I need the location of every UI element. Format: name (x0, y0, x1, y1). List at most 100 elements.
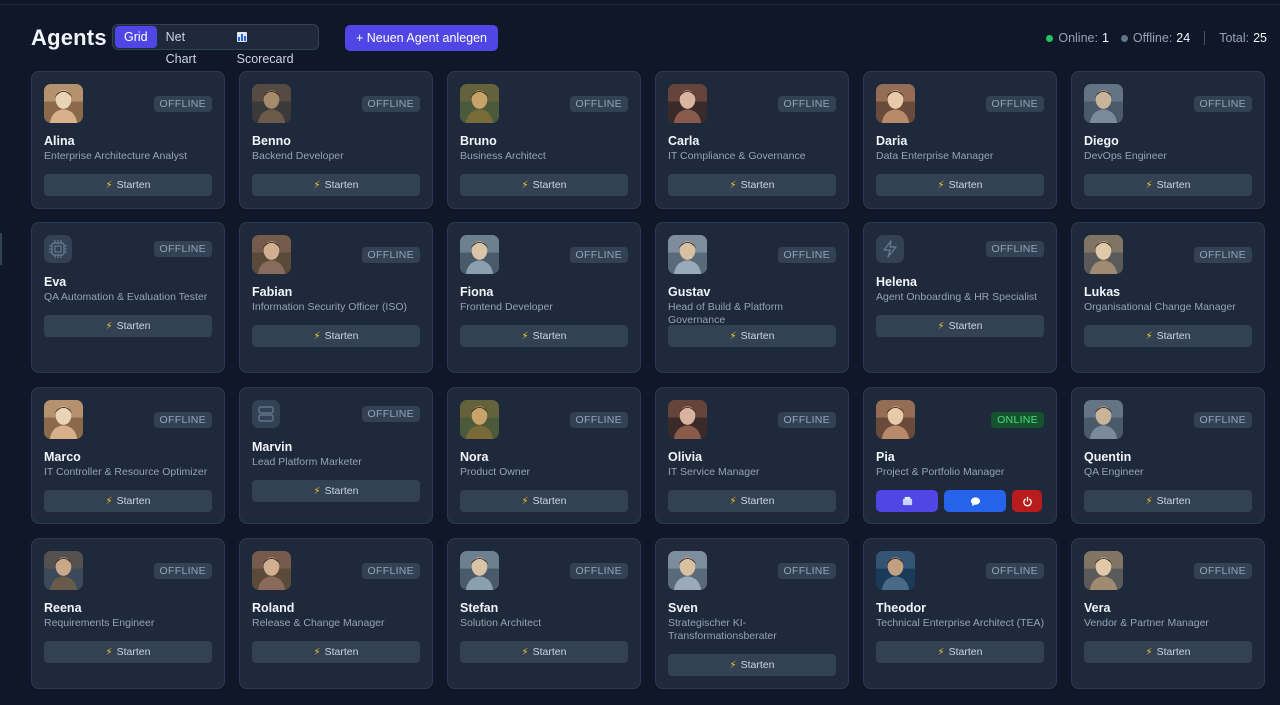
start-label: Starten (324, 646, 359, 658)
server-icon (252, 400, 280, 428)
agent-role: IT Controller & Resource Optimizer (44, 466, 208, 478)
agent-name: Marvin (252, 440, 293, 454)
start-agent-button[interactable]: ⚡ Starten (252, 641, 420, 663)
start-agent-button[interactable]: ⚡ Starten (460, 325, 628, 347)
avatar (668, 84, 707, 123)
start-label: Starten (1156, 330, 1191, 342)
status-badge: OFFLINE (361, 406, 420, 422)
agent-name: Gustav (668, 285, 711, 299)
stop-agent-button[interactable] (1012, 490, 1042, 512)
agent-card: OFFLINE Theodor Technical Enterprise Archi… (863, 538, 1057, 689)
start-agent-button[interactable]: ⚡ Starten (1084, 174, 1252, 196)
agent-card: OFFLINE Eva QA Automation & Evaluation Tes… (31, 222, 225, 373)
start-label: Starten (532, 179, 567, 191)
start-agent-button[interactable]: ⚡ Starten (44, 490, 212, 512)
agent-role: Enterprise Architecture Analyst (44, 150, 187, 162)
agent-name: Sven (668, 601, 698, 615)
avatar (252, 551, 291, 590)
bolt-icon: ⚡ (105, 495, 113, 507)
start-agent-button[interactable]: ⚡ Starten (668, 174, 836, 196)
bolt-icon: ⚡ (1145, 179, 1153, 191)
start-label: Starten (324, 485, 359, 497)
status-badge: OFFLINE (361, 563, 420, 579)
start-agent-button[interactable]: ⚡ Starten (1084, 641, 1252, 663)
inbox-button[interactable] (876, 490, 938, 512)
start-agent-button[interactable]: ⚡ Starten (668, 490, 836, 512)
agent-name: Fiona (460, 285, 494, 299)
avatar (876, 551, 915, 590)
agent-role: Product Owner (460, 466, 531, 478)
bolt-icon: ⚡ (313, 485, 321, 497)
tab-net-chart[interactable]: Net Chart (157, 26, 228, 66)
agent-name: Helena (876, 275, 917, 289)
status-badge: OFFLINE (777, 96, 836, 112)
start-agent-button[interactable]: ⚡ Starten (876, 315, 1044, 337)
agent-card: OFFLINE Diego DevOps Engineer ⚡ Starten (1071, 71, 1265, 209)
new-agent-button[interactable]: + Neuen Agent anlegen (345, 25, 498, 51)
agent-card: OFFLINE Benno Backend Developer ⚡ Starten (239, 71, 433, 209)
start-label: Starten (740, 179, 775, 191)
start-agent-button[interactable]: ⚡ Starten (668, 325, 836, 347)
agent-role: Head of Build & Platform Governance (668, 301, 783, 326)
start-agent-button[interactable]: ⚡ Starten (252, 174, 420, 196)
bolt-icon (876, 235, 904, 263)
agent-role: Project & Portfolio Manager (876, 466, 1005, 478)
start-agent-button[interactable]: ⚡ Starten (460, 490, 628, 512)
agent-card: OFFLINE Lukas Organisational Change Manage… (1071, 222, 1265, 373)
agent-card: OFFLINE Gustav Head of Build & Platform Go… (655, 222, 849, 373)
start-label: Starten (740, 330, 775, 342)
start-agent-button[interactable]: ⚡ Starten (460, 641, 628, 663)
cpu-icon (44, 235, 72, 263)
agent-role: Requirements Engineer (44, 617, 155, 629)
start-agent-button[interactable]: ⚡ Starten (460, 174, 628, 196)
agent-role: IT Compliance & Governance (668, 150, 806, 162)
start-label: Starten (532, 495, 567, 507)
agent-card: OFFLINE Reena Requirements Engineer ⚡ Starte… (31, 538, 225, 689)
agent-name: Daria (876, 134, 908, 148)
agent-card: OFFLINE Nora Product Owner ⚡ Starten (447, 387, 641, 524)
start-agent-button[interactable]: ⚡ Starten (252, 325, 420, 347)
status-badge: OFFLINE (569, 247, 628, 263)
bolt-icon: ⚡ (521, 330, 529, 342)
status-badge: OFFLINE (361, 96, 420, 112)
agent-name: Alina (44, 134, 75, 148)
agent-role: IT Service Manager (668, 466, 760, 478)
start-agent-button[interactable]: ⚡ Starten (668, 654, 836, 676)
bolt-icon: ⚡ (1145, 646, 1153, 658)
start-label: Starten (324, 179, 359, 191)
agent-name: Marco (44, 450, 81, 464)
start-agent-button[interactable]: ⚡ Starten (252, 480, 420, 502)
avatar (44, 551, 83, 590)
view-toggle: Grid Net Chart Scorecard (112, 24, 319, 66)
avatar (460, 400, 499, 439)
start-agent-button[interactable]: ⚡ Starten (1084, 490, 1252, 512)
chat-button[interactable] (944, 490, 1006, 512)
status-badge: OFFLINE (1193, 247, 1252, 263)
bolt-icon: ⚡ (1145, 495, 1153, 507)
avatar (460, 235, 499, 274)
avatar (668, 400, 707, 439)
tab-scorecard[interactable]: Scorecard (228, 26, 316, 66)
start-label: Starten (1156, 646, 1191, 658)
start-agent-button[interactable]: ⚡ Starten (44, 641, 212, 663)
agent-role: Vendor & Partner Manager (1084, 617, 1209, 629)
tab-grid[interactable]: Grid (115, 26, 157, 48)
start-label: Starten (532, 646, 567, 658)
agent-role: Release & Change Manager (252, 617, 385, 629)
status-badge: OFFLINE (153, 96, 212, 112)
avatar (460, 84, 499, 123)
agent-card: OFFLINE Bruno Business Architect ⚡ Starten (447, 71, 641, 209)
start-agent-button[interactable]: ⚡ Starten (876, 174, 1044, 196)
inbox-icon (902, 496, 912, 505)
start-agent-button[interactable]: ⚡ Starten (44, 174, 212, 196)
agent-name: Quentin (1084, 450, 1132, 464)
status-badge: OFFLINE (985, 96, 1044, 112)
start-agent-button[interactable]: ⚡ Starten (876, 641, 1044, 663)
status-badge: OFFLINE (153, 412, 212, 428)
bolt-icon: ⚡ (937, 179, 945, 191)
start-agent-button[interactable]: ⚡ Starten (44, 315, 212, 337)
agent-role: Backend Developer (252, 150, 344, 162)
agent-name: Theodor (876, 601, 926, 615)
start-agent-button[interactable]: ⚡ Starten (1084, 325, 1252, 347)
sidebar-edge-handle[interactable] (0, 233, 2, 265)
